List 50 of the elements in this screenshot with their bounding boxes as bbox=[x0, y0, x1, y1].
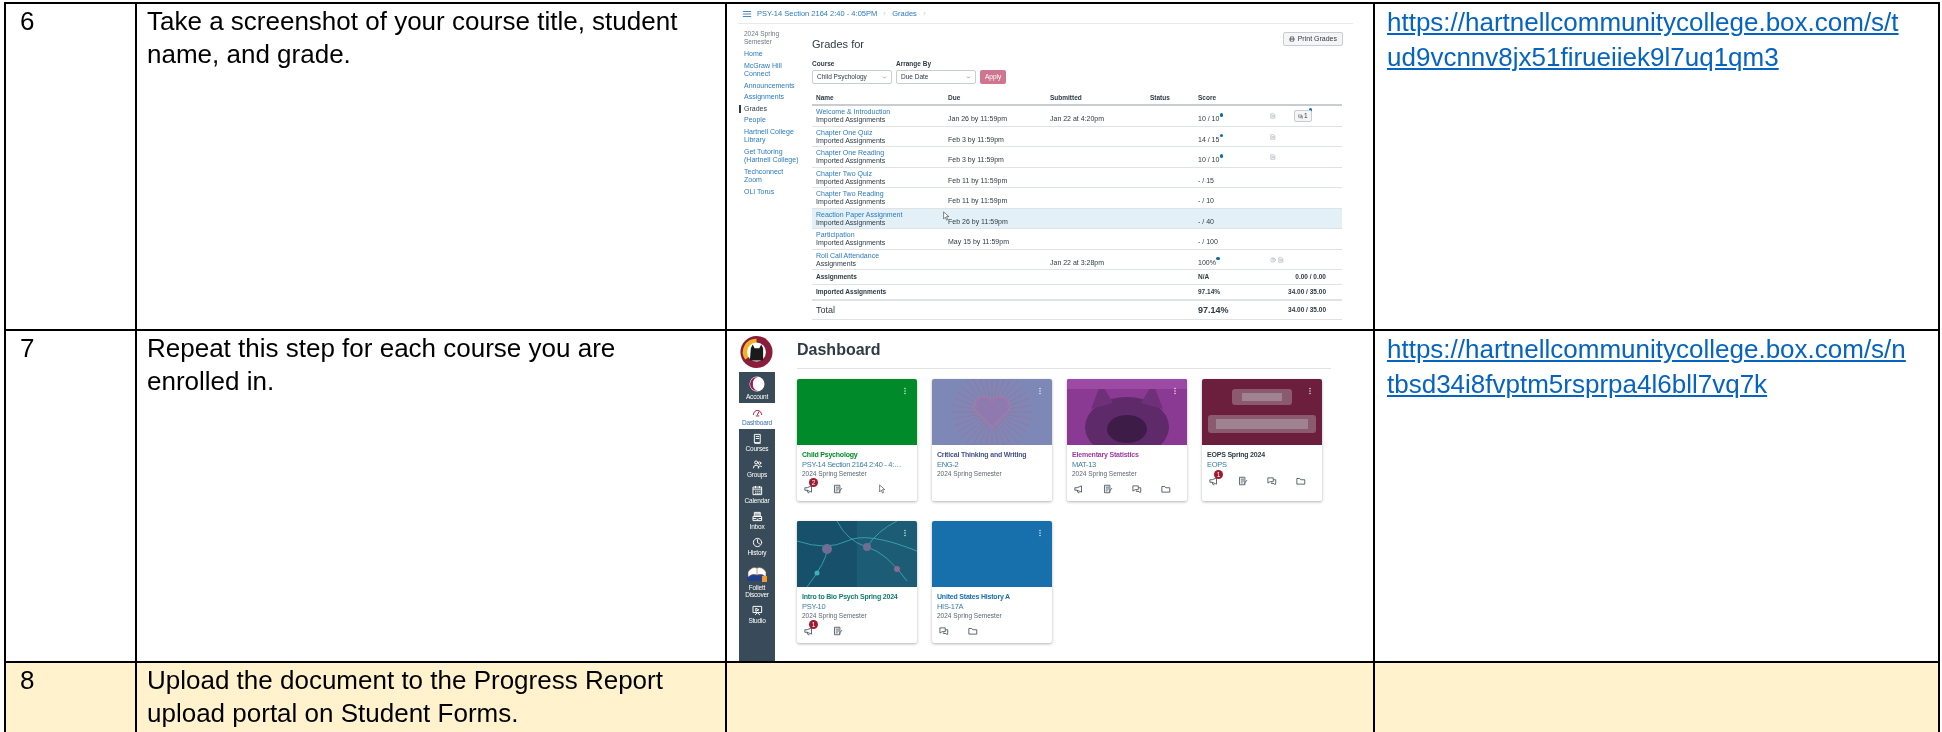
assignment-icon[interactable] bbox=[833, 626, 843, 636]
printer-icon bbox=[1288, 36, 1295, 42]
assignment-icon[interactable] bbox=[1238, 476, 1248, 486]
megaphone-icon[interactable] bbox=[804, 484, 814, 494]
inbox-icon bbox=[751, 511, 763, 522]
step-number: 8 bbox=[20, 665, 35, 695]
step-instruction: Take a screenshot of your course title, student name, and grade. bbox=[147, 5, 679, 71]
step-number: 7 bbox=[20, 333, 35, 363]
chevron-icon bbox=[921, 11, 927, 16]
courses-icon bbox=[751, 433, 763, 444]
chevron-icon bbox=[882, 11, 888, 16]
caret-down-icon bbox=[966, 74, 971, 80]
page-heading: Grades for bbox=[812, 37, 864, 52]
step-instruction: Upload the document to the Progress Report upload portal on Student Forms. bbox=[147, 664, 664, 730]
calendar-icon bbox=[751, 485, 763, 496]
step-number: 6 bbox=[20, 6, 35, 36]
studio-icon bbox=[751, 605, 763, 616]
document-link[interactable]: https://hartnellcommunitycollege.box.com/s/tud9vcnnv8jx51firueiiek9l7uq1qm3 bbox=[1387, 5, 1913, 75]
megaphone-icon[interactable] bbox=[804, 626, 814, 636]
pointer-icon bbox=[943, 211, 950, 221]
logo-icon bbox=[739, 335, 774, 369]
megaphone-icon[interactable] bbox=[1209, 476, 1219, 486]
caret-down-icon bbox=[882, 74, 887, 80]
folder-icon[interactable] bbox=[1161, 484, 1171, 494]
group-label: Total bbox=[816, 303, 836, 317]
assignment-icon[interactable] bbox=[833, 484, 843, 494]
pointer-icon bbox=[879, 484, 886, 494]
comment-icon bbox=[1298, 113, 1303, 119]
discussion-icon[interactable] bbox=[939, 626, 949, 636]
folder-icon[interactable] bbox=[968, 626, 978, 636]
history-icon bbox=[751, 537, 763, 548]
more-options-icon[interactable] bbox=[901, 386, 909, 396]
more-options-icon[interactable] bbox=[901, 528, 909, 538]
groups-icon bbox=[751, 459, 763, 470]
dashboard-icon bbox=[751, 407, 763, 418]
step-instruction: Repeat this step for each course you are enrolled in. bbox=[147, 332, 617, 398]
menu-icon[interactable] bbox=[742, 8, 752, 19]
page-heading: Dashboard bbox=[797, 339, 881, 360]
discussion-icon[interactable] bbox=[1132, 484, 1142, 494]
group-score: 97.14% bbox=[1198, 303, 1230, 317]
avatar-icon bbox=[749, 376, 765, 392]
discussion-icon[interactable] bbox=[1267, 476, 1277, 486]
more-options-icon[interactable] bbox=[1036, 528, 1044, 538]
more-options-icon[interactable] bbox=[1306, 386, 1314, 396]
more-options-icon[interactable] bbox=[1036, 386, 1044, 396]
assignment-icon[interactable] bbox=[1103, 484, 1113, 494]
folder-icon[interactable] bbox=[1296, 476, 1306, 486]
megaphone-icon[interactable] bbox=[1074, 484, 1084, 494]
more-options-icon[interactable] bbox=[1171, 386, 1179, 396]
document-link[interactable]: https://hartnellcommunitycollege.box.com/s/ntbsd34i8fvptm5rsprpa4l6bll7vq7k bbox=[1387, 332, 1913, 402]
